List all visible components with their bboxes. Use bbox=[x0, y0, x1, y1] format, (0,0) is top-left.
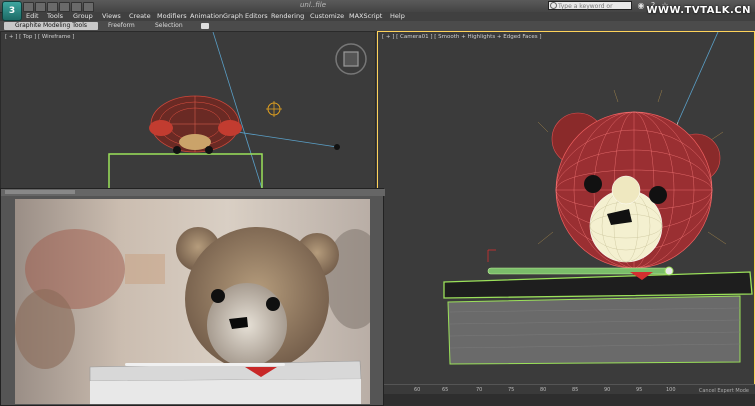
camera-viewport-canvas bbox=[443, 32, 753, 365]
tab-freeform[interactable]: Freeform bbox=[108, 22, 135, 30]
menu-group[interactable]: Group bbox=[73, 12, 93, 21]
light-gizmo-icon bbox=[266, 101, 282, 117]
viewport-camera[interactable]: [ + ] [ Camera01 ] [ Smooth + Highlights… bbox=[377, 31, 755, 386]
top-viewport-canvas bbox=[108, 32, 367, 190]
save-file-icon[interactable] bbox=[47, 2, 58, 12]
viewcube-icon bbox=[335, 43, 367, 75]
ruler-tick: 60 bbox=[414, 387, 421, 393]
bear-wireframe bbox=[149, 95, 242, 154]
rendered-frame-window[interactable] bbox=[0, 188, 385, 406]
box-side bbox=[447, 295, 741, 365]
app-logo-icon[interactable]: 3 bbox=[2, 1, 22, 21]
ruler-tick: 90 bbox=[604, 387, 611, 393]
open-file-icon[interactable] bbox=[35, 2, 46, 12]
box-wireframe bbox=[108, 153, 263, 190]
camera-line bbox=[223, 129, 338, 148]
viewport-top[interactable]: [ + ] [ Top ] [ Wireframe ] bbox=[0, 31, 376, 191]
redo-icon[interactable] bbox=[71, 2, 82, 12]
ruler-tick: 95 bbox=[636, 387, 643, 393]
ruler-tick: 80 bbox=[540, 387, 547, 393]
bear-eye-left bbox=[584, 175, 602, 193]
ruler-tick: 70 bbox=[476, 387, 483, 393]
menu-bar: Edit Tools Group Views Create Modifiers … bbox=[20, 12, 755, 21]
tab-graphite-modeling-tools[interactable]: Graphite Modeling Tools bbox=[4, 22, 98, 30]
cancel-expert-mode-button[interactable]: Cancel Expert Mode bbox=[699, 388, 749, 394]
search-input[interactable]: Type a keyword or phrase bbox=[548, 1, 632, 19]
menu-maxscript[interactable]: MAXScript bbox=[349, 12, 382, 21]
ruler-tick: 65 bbox=[442, 387, 449, 393]
menu-tools[interactable]: Tools bbox=[47, 12, 63, 21]
rendered-box-side bbox=[90, 379, 361, 404]
bear-eye-right bbox=[649, 186, 667, 204]
box-top-selected bbox=[443, 271, 753, 299]
menu-customize[interactable]: Customize bbox=[310, 12, 344, 21]
undo-icon[interactable] bbox=[59, 2, 70, 12]
menu-views[interactable]: Views bbox=[102, 12, 121, 21]
menu-create[interactable]: Create bbox=[129, 12, 151, 21]
menu-graph-editors[interactable]: Graph Editors bbox=[223, 12, 268, 21]
search-icon bbox=[550, 2, 557, 9]
menu-modifiers[interactable]: Modifiers bbox=[157, 12, 187, 21]
camera-target-icon bbox=[334, 144, 340, 150]
tab-selection[interactable]: Selection bbox=[155, 22, 183, 30]
document-title: unl..file bbox=[300, 1, 327, 9]
ruler-tick: 75 bbox=[508, 387, 515, 393]
watermark-text: WWW.TVTALK.CN bbox=[646, 5, 751, 16]
spotlight-line-cam bbox=[677, 32, 719, 123]
menu-rendering[interactable]: Rendering bbox=[271, 12, 304, 21]
ruler-tick: 85 bbox=[572, 387, 579, 393]
menu-edit[interactable]: Edit bbox=[26, 12, 39, 21]
menu-animation[interactable]: Animation bbox=[190, 12, 223, 21]
ruler-tick: 100 bbox=[666, 387, 676, 393]
rendered-image bbox=[15, 199, 370, 404]
project-folder-icon[interactable] bbox=[83, 2, 94, 12]
status-bar bbox=[384, 394, 755, 406]
new-file-icon[interactable] bbox=[23, 2, 34, 12]
ribbon-toggle-icon[interactable] bbox=[201, 23, 209, 29]
render-frame-toolbar bbox=[1, 189, 385, 196]
binoculars-icon[interactable]: ◉ bbox=[636, 1, 646, 10]
menu-help[interactable]: Help bbox=[390, 12, 405, 21]
